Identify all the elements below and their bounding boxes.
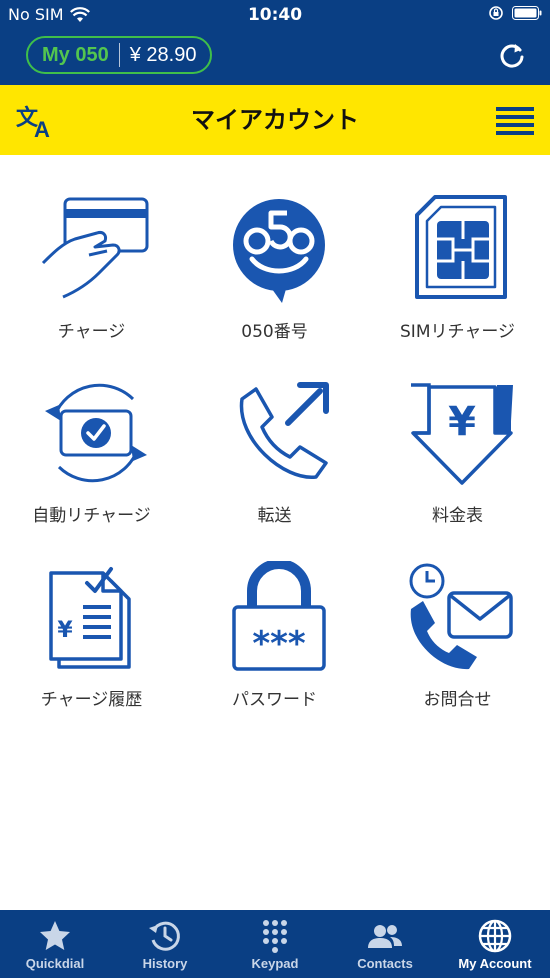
tab-keypad[interactable]: Keypad xyxy=(220,910,330,978)
star-icon xyxy=(40,921,70,950)
svg-text:***: *** xyxy=(252,624,306,664)
tab-label: History xyxy=(142,956,188,971)
hamburger-menu-icon[interactable] xyxy=(496,105,534,137)
brand-label: My 050 xyxy=(42,43,109,66)
clock: 10:40 xyxy=(247,5,303,25)
history-icon xyxy=(149,921,180,951)
globe-icon xyxy=(478,919,512,953)
tab-label: My Account xyxy=(458,956,532,971)
menu-item-contact[interactable]: お問合せ xyxy=(366,523,549,710)
tab-contacts[interactable]: Contacts xyxy=(330,910,440,978)
keypad-icon xyxy=(263,920,287,953)
menu-item-password[interactable]: *** パスワード xyxy=(183,523,366,710)
tab-bar: Quickdial History Keypad Contacts My Acc… xyxy=(0,910,550,978)
menu-item-050-number[interactable]: 050番号 xyxy=(183,155,366,342)
menu-item-forward[interactable]: 転送 xyxy=(183,339,366,526)
tab-my-account[interactable]: My Account xyxy=(440,910,550,978)
status-right-group xyxy=(488,5,542,21)
refresh-icon[interactable] xyxy=(496,40,528,72)
menu-item-charge-history[interactable]: ¥ チャージ履歴 xyxy=(0,523,183,710)
balance-amount: ¥ 28.90 xyxy=(129,43,197,66)
orientation-lock-icon xyxy=(489,6,503,20)
battery-icon xyxy=(512,6,542,20)
contact-icon xyxy=(409,563,513,670)
menu-item-label: チャージ履歴 xyxy=(40,690,143,710)
title-bar: 文 A マイアカウント xyxy=(0,85,550,155)
contacts-icon xyxy=(368,925,402,948)
balance-pill[interactable]: My 050 ¥ 28.90 xyxy=(26,36,213,74)
auto-recharge-icon xyxy=(45,383,147,483)
app-header: My 050 ¥ 28.90 xyxy=(0,30,550,85)
call-forward-icon xyxy=(239,382,329,479)
yen-price-icon: ¥ xyxy=(411,383,513,485)
050-logo-icon xyxy=(233,199,325,303)
charge-history-icon: ¥ xyxy=(49,567,131,669)
tab-label: Quickdial xyxy=(25,956,85,971)
menu-item-price-list[interactable]: ¥ 料金表 xyxy=(366,339,549,526)
menu-item-label: パスワード xyxy=(232,690,317,710)
tab-history[interactable]: History xyxy=(110,910,220,978)
tab-label: Keypad xyxy=(251,956,299,971)
menu-item-charge[interactable]: チャージ xyxy=(0,155,183,342)
svg-text:¥: ¥ xyxy=(448,399,476,445)
padlock-icon: *** xyxy=(232,561,326,671)
status-bar: No SIM 10:40 xyxy=(0,0,550,30)
divider xyxy=(118,43,120,67)
credit-card-hand-icon xyxy=(41,197,149,299)
menu-item-label: お問合せ xyxy=(423,690,492,710)
tab-quickdial[interactable]: Quickdial xyxy=(0,910,110,978)
menu-item-sim-recharge[interactable]: SIMリチャージ xyxy=(366,155,549,342)
menu-item-auto-recharge[interactable]: 自動リチャージ xyxy=(0,339,183,526)
page-title: マイアカウント xyxy=(191,106,359,134)
sim-card-icon xyxy=(415,195,507,299)
tab-label: Contacts xyxy=(357,956,413,971)
svg-text:¥: ¥ xyxy=(57,618,73,643)
